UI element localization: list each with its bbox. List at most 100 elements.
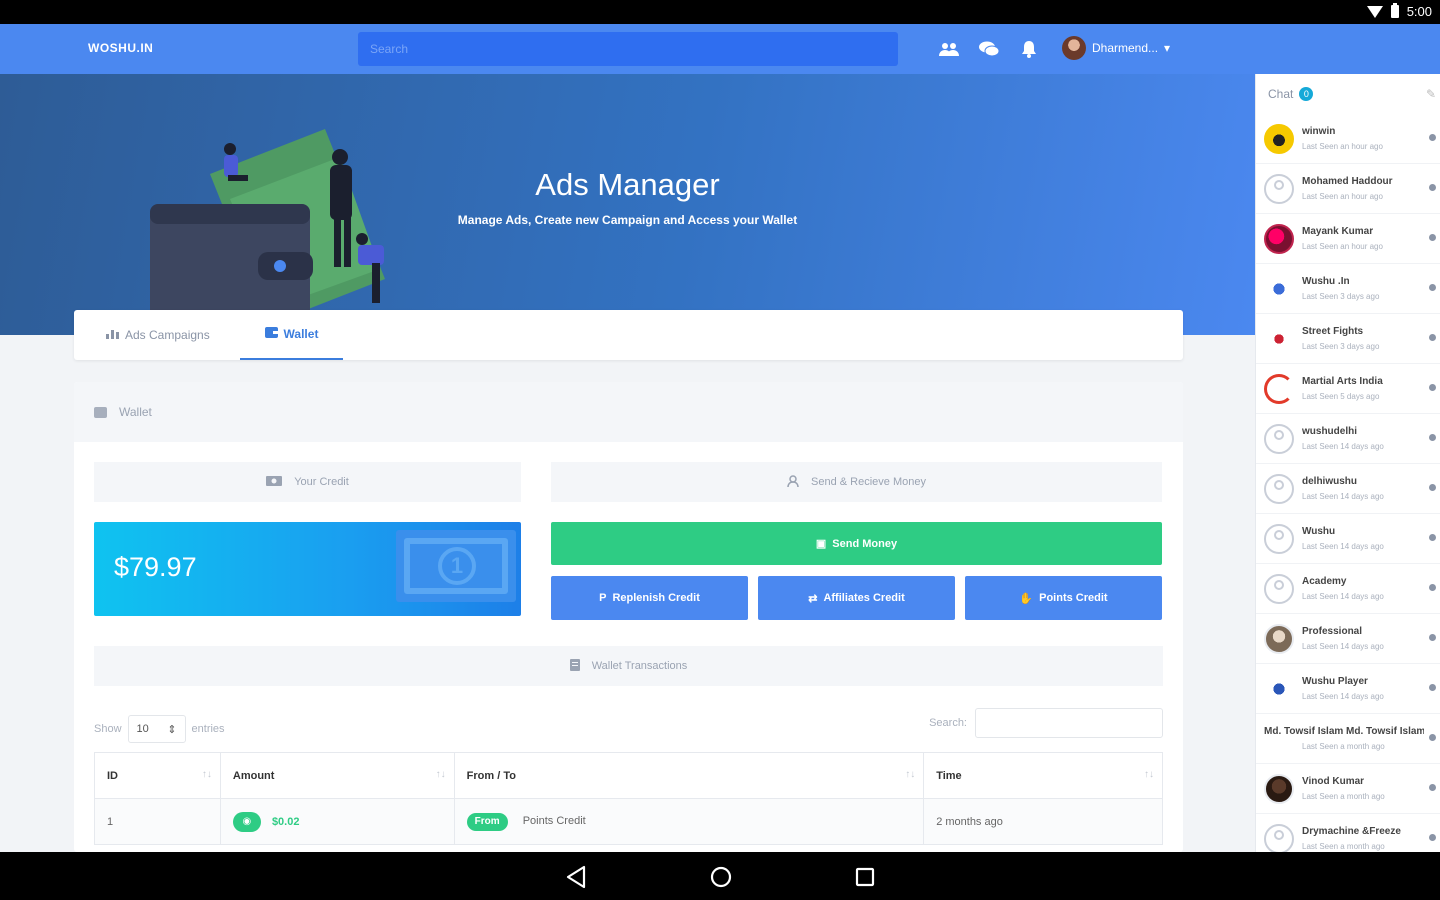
chat-last-seen: Last Seen a month ago (1302, 842, 1385, 851)
banknote-icon: 1 (396, 530, 516, 602)
tab-wallet[interactable]: Wallet (240, 310, 343, 360)
chat-last-seen: Last Seen a month ago (1302, 742, 1385, 751)
chat-user-item[interactable]: Martial Arts India Last Seen 5 days ago (1256, 364, 1440, 414)
avatar (1264, 524, 1294, 554)
send-money-button[interactable]: ▣ Send Money (551, 522, 1162, 565)
chat-user-item[interactable]: Academy Last Seen 14 days ago (1256, 564, 1440, 614)
wallet-transactions-header: Wallet Transactions (94, 646, 1163, 686)
chat-user-name: Wushu Player (1302, 676, 1368, 687)
credit-amount: $79.97 (114, 552, 197, 582)
exchange-icon: ⇄ (808, 592, 818, 605)
column-header-amount[interactable]: Amount ↑↓ (219, 752, 455, 799)
chat-user-name: Professional (1302, 626, 1363, 637)
points-label: Points Credit (1039, 592, 1108, 604)
table-search-input[interactable] (975, 708, 1163, 738)
cell-amount: ◉ $0.02 (219, 798, 455, 845)
your-credit-header: Your Credit (94, 462, 521, 502)
chat-last-seen: Last Seen an hour ago (1302, 192, 1383, 201)
user-avatar (1062, 36, 1086, 60)
compose-icon[interactable]: ✎ (1426, 87, 1436, 101)
chat-user-name: Md. Towsif Islam Md. Towsif Islam (1264, 726, 1424, 737)
chat-user-item[interactable]: Mohamed Haddour Last Seen an hour ago (1256, 164, 1440, 214)
chat-user-name: delhiwushu (1302, 476, 1357, 487)
tab-label: Wallet (283, 327, 319, 341)
avatar (1264, 324, 1294, 354)
chat-user-item[interactable]: Md. Towsif Islam Md. Towsif Islam Last Se… (1256, 714, 1440, 764)
recent-apps-icon[interactable] (852, 864, 878, 890)
money-icon: ◉ (232, 811, 261, 832)
replenish-label: Replenish Credit (612, 592, 700, 604)
chat-user-item[interactable]: Wushu Player Last Seen 14 days ago (1256, 664, 1440, 714)
status-dot (1429, 484, 1436, 491)
status-dot (1429, 634, 1436, 641)
site-logo[interactable]: WOSHU.IN (88, 41, 153, 55)
chat-user-item[interactable]: Wushu Last Seen 14 days ago (1256, 514, 1440, 564)
bell-icon[interactable] (1018, 38, 1040, 60)
column-header-id[interactable]: ID ↑↓ (94, 752, 221, 799)
wallet-panel-title: Wallet (119, 405, 152, 419)
party-name: Points Credit (522, 814, 586, 827)
send-receive-header: Send & Recieve Money (551, 462, 1162, 502)
column-label: ID (107, 769, 118, 782)
chat-user-item[interactable]: Professional Last Seen 14 days ago (1256, 614, 1440, 664)
chat-user-item[interactable]: Vinod Kumar Last Seen a month ago (1256, 764, 1440, 814)
points-credit-button[interactable]: ✋ Points Credit (965, 576, 1162, 620)
select-arrows-icon: ⇕ (167, 723, 177, 736)
entries-select[interactable]: 10 ⇕ (127, 715, 186, 743)
entries-label: entries (191, 723, 225, 735)
users-icon[interactable] (938, 38, 960, 60)
send-money-label: Send Money (832, 537, 898, 550)
chat-user-item[interactable]: wushudelhi Last Seen 14 days ago (1256, 414, 1440, 464)
table-row: 1 ◉ $0.02 From Points Credit 2 months ag… (94, 798, 1163, 845)
chat-user-name: Wushu .In (1302, 276, 1350, 287)
status-dot (1429, 584, 1436, 591)
chat-last-seen: Last Seen 3 days ago (1302, 292, 1380, 301)
back-icon[interactable] (564, 864, 590, 890)
transactions-table: ID ↑↓ Amount ↑↓ From / To ↑↓ Time ↑↓ 1 ◉ $0.… (94, 752, 1163, 845)
column-header-time[interactable]: Time ↑↓ (923, 752, 1163, 799)
user-name: Dharmend... (1092, 41, 1159, 55)
chat-user-item[interactable]: delhiwushu Last Seen 14 days ago (1256, 464, 1440, 514)
entries-length: Show 10 ⇕ entries (94, 715, 225, 743)
column-label: Time (936, 769, 962, 782)
chat-last-seen: Last Seen 14 days ago (1302, 692, 1384, 701)
chat-user-name: Mohamed Haddour (1302, 176, 1393, 187)
chat-last-seen: Last Seen 14 days ago (1302, 642, 1384, 651)
show-label: Show (94, 723, 122, 735)
column-header-from-to[interactable]: From / To ↑↓ (453, 752, 925, 799)
search-input[interactable] (358, 32, 898, 66)
home-icon[interactable] (708, 864, 734, 890)
direction-badge: From (466, 812, 508, 831)
status-dot (1429, 434, 1436, 441)
status-dot (1429, 834, 1436, 841)
chat-user-name: Academy (1302, 576, 1347, 587)
amount-value: $0.02 (271, 815, 300, 828)
chat-user-name: Martial Arts India (1302, 376, 1383, 387)
status-dot (1429, 784, 1436, 791)
chat-user-name: Mayank Kumar (1302, 226, 1374, 237)
chat-user-item[interactable]: Street Fights Last Seen 3 days ago (1256, 314, 1440, 364)
chat-user-item[interactable]: Mayank Kumar Last Seen an hour ago (1256, 214, 1440, 264)
user-menu[interactable]: Dharmend... ▾ (1062, 36, 1170, 60)
replenish-credit-button[interactable]: P Replenish Credit (551, 576, 748, 620)
wallet-panel-header: Wallet (74, 382, 1183, 442)
chat-sidebar: Chat 0 ✎ winwin Last Seen an hour ago Moh… (1255, 74, 1440, 852)
ads-tabs: Ads Campaigns Wallet (74, 310, 1183, 360)
chart-icon (106, 328, 119, 342)
tab-ads-campaigns[interactable]: Ads Campaigns (106, 310, 210, 360)
chat-user-item[interactable]: Wushu .In Last Seen 3 days ago (1256, 264, 1440, 314)
table-controls: Show 10 ⇕ entries Search: (94, 708, 1163, 743)
status-dot (1429, 284, 1436, 291)
chat-bubbles-icon[interactable] (978, 38, 1000, 60)
chat-user-item[interactable]: winwin Last Seen an hour ago (1256, 114, 1440, 164)
status-dot (1429, 384, 1436, 391)
affiliates-credit-button[interactable]: ⇄ Affiliates Credit (758, 576, 955, 620)
avatar (1264, 374, 1294, 404)
chat-last-seen: Last Seen 14 days ago (1302, 592, 1384, 601)
bill-coin: 1 (438, 547, 476, 585)
user-icon (787, 474, 799, 490)
send-receive-label: Send & Recieve Money (811, 476, 926, 488)
status-dot (1429, 734, 1436, 741)
wallet-illustration (150, 129, 385, 335)
chat-user-item[interactable]: Drymachine &Freeze Last Seen a month ago (1256, 814, 1440, 852)
